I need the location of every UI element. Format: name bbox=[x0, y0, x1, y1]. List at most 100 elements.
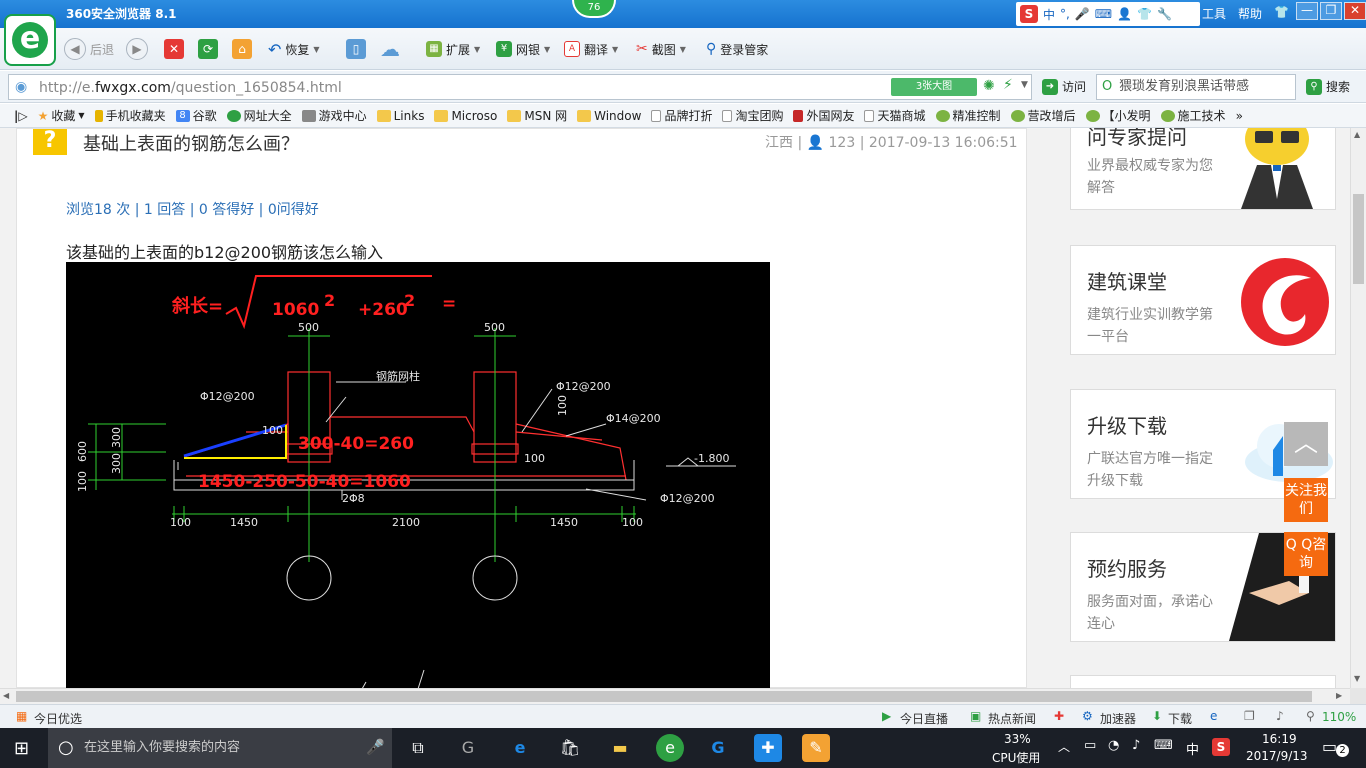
url-text[interactable]: http://e.fwxgx.com/question_1650854.html bbox=[39, 80, 342, 96]
menu-help[interactable]: 帮助 bbox=[1238, 5, 1262, 22]
sidebar-toggle-icon[interactable]: |▷ bbox=[14, 109, 28, 123]
fav-item-construction[interactable]: 施工技术 bbox=[1160, 107, 1226, 124]
more-favorites-icon[interactable]: » bbox=[1236, 109, 1243, 123]
fav-item-games[interactable]: 游戏中心 bbox=[301, 107, 367, 124]
taskbar-search-input[interactable]: 在这里输入你要搜索的内容 bbox=[48, 728, 392, 768]
fav-item-brand[interactable]: 品牌打折 bbox=[651, 107, 712, 124]
fav-item-vat[interactable]: 营改增后 bbox=[1010, 107, 1076, 124]
sogou-icon[interactable]: S bbox=[1212, 738, 1230, 756]
home-button[interactable]: ⌂ bbox=[232, 36, 252, 62]
minimize-button[interactable]: — bbox=[1296, 2, 1318, 20]
fav-item-tmall[interactable]: 天猫商城 bbox=[864, 107, 926, 124]
horizontal-scrollbar[interactable]: ◀ ▶ bbox=[0, 688, 1350, 704]
fav-item-microso[interactable]: Microso bbox=[434, 109, 497, 123]
search-input[interactable]: 猥琐发育别浪黑话带感 bbox=[1096, 74, 1296, 100]
clock-time[interactable]: 16:19 bbox=[1262, 732, 1297, 746]
ime-toolbar[interactable]: S 中 °, 🎤 ⌨ 👤 👕 🔧 bbox=[1016, 2, 1200, 26]
menu-tools[interactable]: 工具 bbox=[1202, 5, 1226, 22]
browser-360-icon[interactable]: e bbox=[656, 734, 684, 762]
scroll-down-icon[interactable]: ▼ bbox=[1354, 674, 1360, 683]
shirt-icon[interactable]: 👕 bbox=[1137, 7, 1152, 21]
fav-item-invention[interactable]: 【小发明 bbox=[1085, 107, 1151, 124]
notification-icon[interactable]: ▭ bbox=[1322, 737, 1337, 756]
keyboard-icon[interactable]: ⌨ bbox=[1095, 7, 1112, 21]
stop-button[interactable]: ✕ bbox=[164, 36, 184, 62]
windows-start-icon[interactable]: ⊞ bbox=[14, 738, 29, 759]
question-region[interactable]: 江西 bbox=[765, 135, 793, 151]
ime-punct[interactable]: °, bbox=[1060, 7, 1070, 21]
volume-icon[interactable]: ♪ bbox=[1276, 709, 1284, 723]
extend-button[interactable]: ▦ 扩展 ▼ bbox=[426, 36, 480, 62]
back-button[interactable]: ◀ 后退 bbox=[64, 36, 114, 62]
forward-button[interactable]: ▶ bbox=[126, 36, 148, 62]
fav-item-links[interactable]: Links bbox=[376, 109, 424, 123]
user-icon[interactable]: 👤 bbox=[1117, 7, 1132, 21]
ie-icon[interactable]: e bbox=[1210, 709, 1217, 723]
search-engine-icon[interactable]: O bbox=[1102, 79, 1112, 94]
promo-next[interactable] bbox=[1070, 675, 1336, 688]
netbank-button[interactable]: ¥ 网银 ▼ bbox=[496, 36, 550, 62]
wrench-icon[interactable]: 🔧 bbox=[1157, 7, 1172, 21]
chevron-down-icon[interactable]: ▼ bbox=[1021, 80, 1028, 90]
zoom-level[interactable]: 110% bbox=[1322, 710, 1356, 724]
plus-app-icon[interactable]: ✚ bbox=[754, 734, 782, 762]
refresh-button[interactable]: ⟳ bbox=[198, 36, 218, 62]
notes-icon[interactable]: ✎ bbox=[802, 734, 830, 762]
browser-logo[interactable]: e bbox=[4, 14, 56, 66]
plus-icon[interactable]: ✚ bbox=[1054, 709, 1064, 723]
fav-item-urls[interactable]: 网址大全 bbox=[226, 107, 292, 124]
fav-item-taobao[interactable]: 淘宝团购 bbox=[722, 107, 783, 124]
restore-button[interactable]: ↶ 恢复 ▼ bbox=[268, 36, 320, 62]
status-live[interactable]: 今日直播 bbox=[900, 710, 948, 727]
score-badge[interactable]: 76 bbox=[572, 0, 616, 18]
keyboard-icon[interactable]: ⌨ bbox=[1154, 738, 1173, 753]
status-picks[interactable]: 今日优选 bbox=[34, 710, 82, 727]
cloud-button[interactable]: ☁ bbox=[380, 36, 400, 62]
ime-lang[interactable]: 中 bbox=[1043, 6, 1055, 23]
fav-item-collect[interactable]: ★ 收藏 ▼ bbox=[38, 107, 85, 124]
follow-us-button[interactable]: 关注我们 bbox=[1284, 478, 1328, 522]
battery-icon[interactable]: ▭ bbox=[1084, 738, 1096, 753]
phone-button[interactable]: ▯ bbox=[346, 36, 366, 62]
vertical-scroll-thumb[interactable] bbox=[1353, 194, 1364, 284]
microphone-icon[interactable]: 🎤 bbox=[1075, 7, 1090, 21]
speaker-icon[interactable]: ♪ bbox=[1132, 738, 1140, 753]
fav-item-foreign[interactable]: 外国网友 bbox=[793, 107, 854, 124]
status-download[interactable]: 下载 bbox=[1168, 710, 1192, 727]
fav-item-precise[interactable]: 精准控制 bbox=[935, 107, 1001, 124]
fav-item-window[interactable]: Window bbox=[577, 109, 641, 123]
question-stats[interactable]: 浏览18 次 | 1 回答 | 0 答得好 | 0问得好 bbox=[66, 199, 319, 219]
visit-button[interactable]: ➜ 访问 bbox=[1042, 78, 1086, 95]
lightning-icon[interactable]: ⚡ bbox=[1003, 77, 1013, 93]
horizontal-scroll-thumb[interactable] bbox=[16, 691, 1312, 702]
edge-g-icon[interactable]: G bbox=[454, 734, 482, 762]
back-to-top-button[interactable]: ︿ bbox=[1284, 422, 1328, 466]
tray-chevron-icon[interactable]: ︿ bbox=[1058, 738, 1070, 755]
scroll-up-icon[interactable]: ▲ bbox=[1354, 130, 1360, 139]
maximize-button[interactable]: ❐ bbox=[1320, 2, 1342, 20]
screenshot-button[interactable]: ✂ 截图 ▼ bbox=[636, 36, 686, 62]
fav-item-msn[interactable]: MSN 网 bbox=[507, 107, 567, 124]
big-image-button[interactable]: 3张大图 bbox=[891, 78, 977, 96]
login-manager-button[interactable]: ⚲ 登录管家 bbox=[706, 36, 768, 62]
fav-item-google[interactable]: 8 谷歌 bbox=[175, 107, 217, 124]
address-bar[interactable]: ◉ http://e.fwxgx.com/question_1650854.ht… bbox=[8, 74, 1032, 100]
search-button[interactable]: ⚲ 搜索 bbox=[1306, 78, 1350, 95]
store-icon[interactable]: 🛍 bbox=[556, 734, 584, 762]
vertical-scrollbar[interactable]: ▲ ▼ bbox=[1350, 128, 1366, 688]
microphone-icon[interactable]: 🎤 bbox=[366, 738, 385, 756]
edge-icon[interactable]: e bbox=[506, 734, 534, 762]
file-explorer-icon[interactable]: ▬ bbox=[606, 734, 634, 762]
wifi-icon[interactable]: ◔ bbox=[1108, 738, 1119, 753]
clock-date[interactable]: 2017/9/13 bbox=[1246, 749, 1308, 763]
scroll-right-icon[interactable]: ▶ bbox=[1336, 691, 1342, 700]
speed-icon[interactable]: ✺ bbox=[983, 78, 995, 94]
question-user[interactable]: 123 bbox=[829, 135, 856, 151]
scroll-left-icon[interactable]: ◀ bbox=[3, 691, 9, 700]
skin-icon[interactable]: 👕 bbox=[1274, 5, 1289, 22]
status-accelerator[interactable]: 加速器 bbox=[1100, 710, 1136, 727]
translate-button[interactable]: A 翻译 ▼ bbox=[564, 36, 618, 62]
status-hotnews[interactable]: 热点新闻 bbox=[988, 710, 1036, 727]
input-lang[interactable]: 中 bbox=[1186, 739, 1199, 758]
promo-classroom[interactable]: 建筑课堂 建筑行业实训教学第一平台 bbox=[1070, 245, 1336, 355]
